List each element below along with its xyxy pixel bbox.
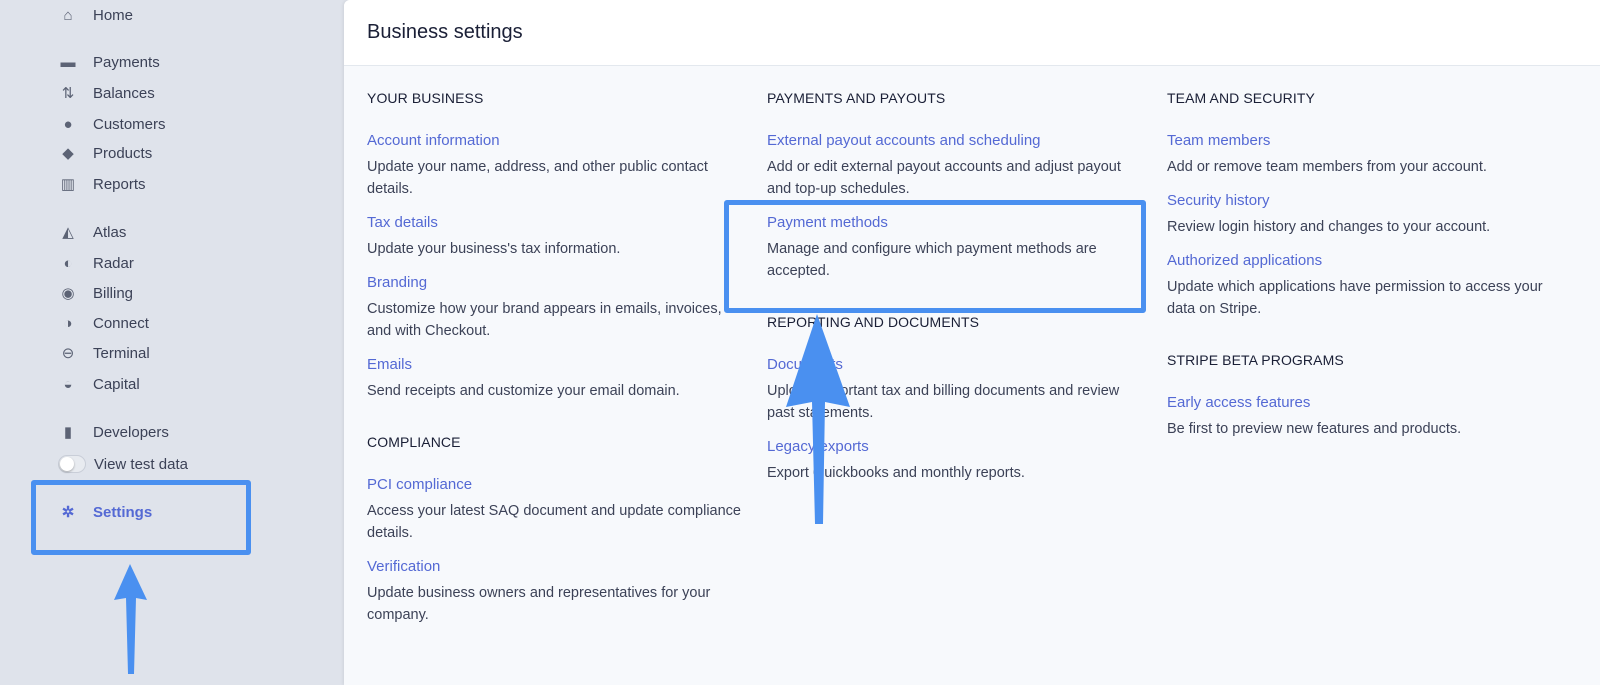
settings-item: External payout accounts and scheduling A… bbox=[767, 132, 1147, 200]
sidebar-item-label: Reports bbox=[93, 175, 146, 193]
settings-link[interactable]: Emails bbox=[367, 356, 747, 374]
section-title: COMPLIANCE bbox=[367, 434, 461, 450]
settings-description: Send receipts and customize your email d… bbox=[367, 383, 680, 399]
settings-item: Authorized applications Update which appl… bbox=[1167, 252, 1547, 320]
settings-link[interactable]: External payout accounts and scheduling bbox=[767, 132, 1147, 150]
settings-description: Review login history and changes to your… bbox=[1167, 219, 1491, 235]
sidebar-item-billing[interactable]: ◉ Billing bbox=[58, 282, 133, 304]
settings-link[interactable]: Branding bbox=[367, 274, 747, 292]
sidebar-item-products[interactable]: ◆ Products bbox=[58, 142, 152, 164]
settings-link[interactable]: PCI compliance bbox=[367, 476, 747, 494]
toggle-label: View test data bbox=[94, 455, 188, 473]
terminal-icon: ⊖ bbox=[61, 345, 75, 362]
settings-description: Update which applications have permissio… bbox=[1167, 279, 1543, 317]
settings-link[interactable]: Team members bbox=[1167, 132, 1547, 150]
page-title: Business settings bbox=[344, 0, 1600, 66]
sidebar-item-label: Products bbox=[93, 144, 153, 162]
products-icon: ◆ bbox=[62, 145, 74, 162]
sidebar-item-developers[interactable]: ▮ Developers bbox=[58, 421, 169, 443]
section-title: PAYMENTS AND PAYOUTS bbox=[767, 90, 946, 106]
settings-link[interactable]: Authorized applications bbox=[1167, 252, 1547, 270]
sidebar-item-radar[interactable]: ◐ Radar bbox=[58, 252, 134, 274]
highlight-box-payment-methods bbox=[724, 200, 1146, 313]
toggle-switch[interactable] bbox=[58, 455, 86, 473]
settings-section: STRIPE BETA PROGRAMS Early access feature… bbox=[1167, 352, 1547, 440]
sidebar-item-label: Radar bbox=[93, 254, 134, 272]
settings-description: Add or edit external payout accounts and… bbox=[767, 159, 1121, 197]
balances-icon: ⇅ bbox=[61, 85, 75, 102]
settings-section: TEAM AND SECURITY Team members Add or remo… bbox=[1167, 90, 1547, 320]
sidebar-item-terminal[interactable]: ⊖ Terminal bbox=[58, 342, 150, 364]
atlas-icon: ◭ bbox=[62, 224, 74, 241]
sidebar-item-label: Payments bbox=[93, 53, 160, 71]
settings-link[interactable]: Early access features bbox=[1167, 394, 1547, 412]
view-test-data-toggle[interactable]: View test data bbox=[58, 453, 188, 475]
reports-icon: ▥ bbox=[60, 176, 76, 193]
sidebar-item-label: Billing bbox=[93, 284, 134, 302]
sidebar-item-balances[interactable]: ⇅ Balances bbox=[58, 82, 155, 104]
settings-description: Add or remove team members from your acc… bbox=[1167, 159, 1487, 175]
settings-item: Emails Send receipts and customize your e… bbox=[367, 356, 747, 402]
sidebar-item-label: Customers bbox=[93, 115, 166, 133]
sidebar-item-capital[interactable]: ◒ Capital bbox=[58, 373, 140, 395]
sidebar-item-label: Home bbox=[93, 6, 134, 24]
settings-column: TEAM AND SECURITY Team members Add or remo… bbox=[1167, 90, 1547, 454]
connect-icon: ◑ bbox=[63, 314, 73, 332]
sidebar-item-customers[interactable]: ● Customers bbox=[58, 113, 166, 135]
settings-item: Security history Review login history and… bbox=[1167, 192, 1547, 238]
developers-icon: ▮ bbox=[63, 424, 73, 441]
settings-item: Verification Update business owners and r… bbox=[367, 558, 747, 626]
settings-description: Customize how your brand appears in emai… bbox=[367, 301, 722, 339]
settings-link[interactable]: Verification bbox=[367, 558, 747, 576]
radar-icon: ◐ bbox=[63, 254, 73, 272]
sidebar-item-label: Terminal bbox=[93, 344, 150, 362]
section-title: STRIPE BETA PROGRAMS bbox=[1167, 352, 1344, 368]
settings-description: Access your latest SAQ document and upda… bbox=[367, 503, 741, 541]
settings-description: Update your name, address, and other pub… bbox=[367, 159, 708, 197]
sidebar-item-label: Developers bbox=[93, 423, 169, 441]
sidebar-item-label: Balances bbox=[93, 84, 155, 102]
sidebar-item-atlas[interactable]: ◭ Atlas bbox=[58, 221, 126, 243]
sidebar-item-payments[interactable]: ▬ Payments bbox=[58, 51, 160, 73]
arrow-annotation-payment-methods bbox=[786, 314, 850, 524]
sidebar-item-label: Connect bbox=[93, 314, 149, 332]
settings-item: Tax details Update your business's tax in… bbox=[367, 214, 747, 260]
settings-description: Update business owners and representativ… bbox=[367, 585, 711, 623]
payments-icon: ▬ bbox=[60, 53, 76, 71]
settings-description: Update your business's tax information. bbox=[367, 241, 621, 257]
settings-item: Team members Add or remove team members f… bbox=[1167, 132, 1547, 178]
sidebar: ⌂ Home ▬ Payments ⇅ Balances ● Customers ◆ Produc… bbox=[0, 0, 344, 685]
capital-icon: ◒ bbox=[63, 375, 73, 393]
sidebar-item-connect[interactable]: ◑ Connect bbox=[58, 312, 149, 334]
highlight-box-settings bbox=[31, 480, 251, 555]
home-icon: ⌂ bbox=[63, 6, 73, 24]
billing-icon: ◉ bbox=[61, 285, 75, 302]
settings-link[interactable]: Security history bbox=[1167, 192, 1547, 210]
sidebar-item-label: Atlas bbox=[93, 223, 127, 241]
sidebar-item-label: Capital bbox=[93, 375, 140, 393]
sidebar-item-home[interactable]: ⌂ Home bbox=[58, 4, 133, 26]
settings-item: PCI compliance Access your latest SAQ doc… bbox=[367, 476, 747, 544]
sidebar-item-reports[interactable]: ▥ Reports bbox=[58, 173, 146, 195]
arrow-annotation-settings bbox=[114, 564, 147, 674]
settings-description: Be first to preview new features and pro… bbox=[1167, 421, 1462, 437]
customers-icon: ● bbox=[63, 115, 73, 133]
section-title: YOUR BUSINESS bbox=[367, 90, 484, 106]
settings-link[interactable]: Tax details bbox=[367, 214, 747, 232]
settings-item: Early access features Be first to preview… bbox=[1167, 394, 1547, 440]
settings-section: YOUR BUSINESS Account information Update y… bbox=[367, 90, 747, 402]
settings-column: YOUR BUSINESS Account information Update y… bbox=[367, 90, 747, 640]
settings-item: Account information Update your name, add… bbox=[367, 132, 747, 200]
section-title: TEAM AND SECURITY bbox=[1167, 90, 1315, 106]
settings-link[interactable]: Account information bbox=[367, 132, 747, 150]
settings-item: Branding Customize how your brand appears… bbox=[367, 274, 747, 342]
settings-section: COMPLIANCE PCI compliance Access your late… bbox=[367, 434, 747, 626]
main-panel: Business settings YOUR BUSINESS Account i… bbox=[344, 0, 1600, 685]
